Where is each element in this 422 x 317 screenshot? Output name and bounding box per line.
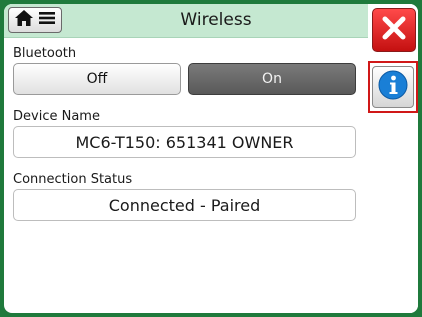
hamburger-menu-icon — [38, 10, 56, 30]
info-icon — [377, 69, 409, 105]
close-x-icon — [379, 13, 409, 47]
home-icon — [14, 9, 34, 31]
side-panel — [368, 4, 418, 313]
page-title: Wireless — [180, 10, 252, 30]
info-button-face — [372, 66, 414, 108]
bluetooth-label: Bluetooth — [13, 46, 77, 61]
home-menu-button[interactable] — [8, 7, 62, 33]
device-name-label: Device Name — [13, 109, 100, 124]
bluetooth-on-button[interactable]: On — [188, 63, 356, 95]
title-bar: Wireless — [4, 4, 368, 38]
connection-status-field: Connected - Paired — [13, 189, 356, 221]
close-button[interactable] — [372, 8, 416, 52]
app-window: Wireless Bluetooth Off On Device Name MC… — [4, 4, 418, 313]
device-name-field[interactable]: MC6-T150: 651341 OWNER — [13, 126, 356, 158]
connection-status-label: Connection Status — [13, 172, 133, 187]
bluetooth-off-button[interactable]: Off — [13, 63, 181, 95]
info-button[interactable] — [368, 61, 418, 113]
